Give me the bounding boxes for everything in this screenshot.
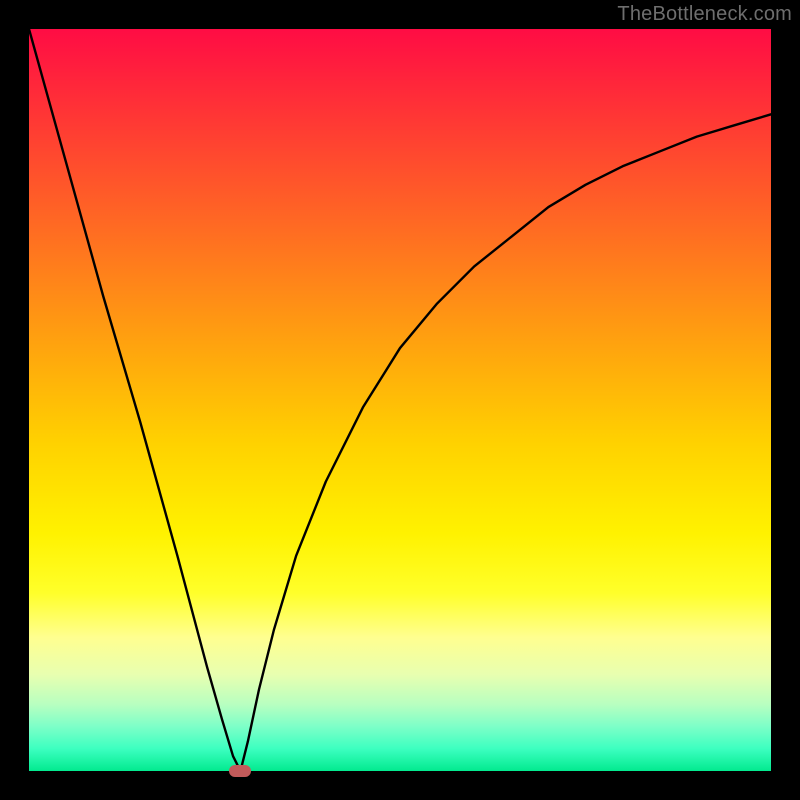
curve-left-branch xyxy=(29,29,240,771)
plot-area xyxy=(29,29,771,771)
chart-frame: TheBottleneck.com xyxy=(0,0,800,800)
curve-layer xyxy=(29,29,771,771)
watermark-text: TheBottleneck.com xyxy=(617,3,792,26)
minimum-marker xyxy=(229,765,251,777)
curve-right-branch xyxy=(240,114,771,771)
